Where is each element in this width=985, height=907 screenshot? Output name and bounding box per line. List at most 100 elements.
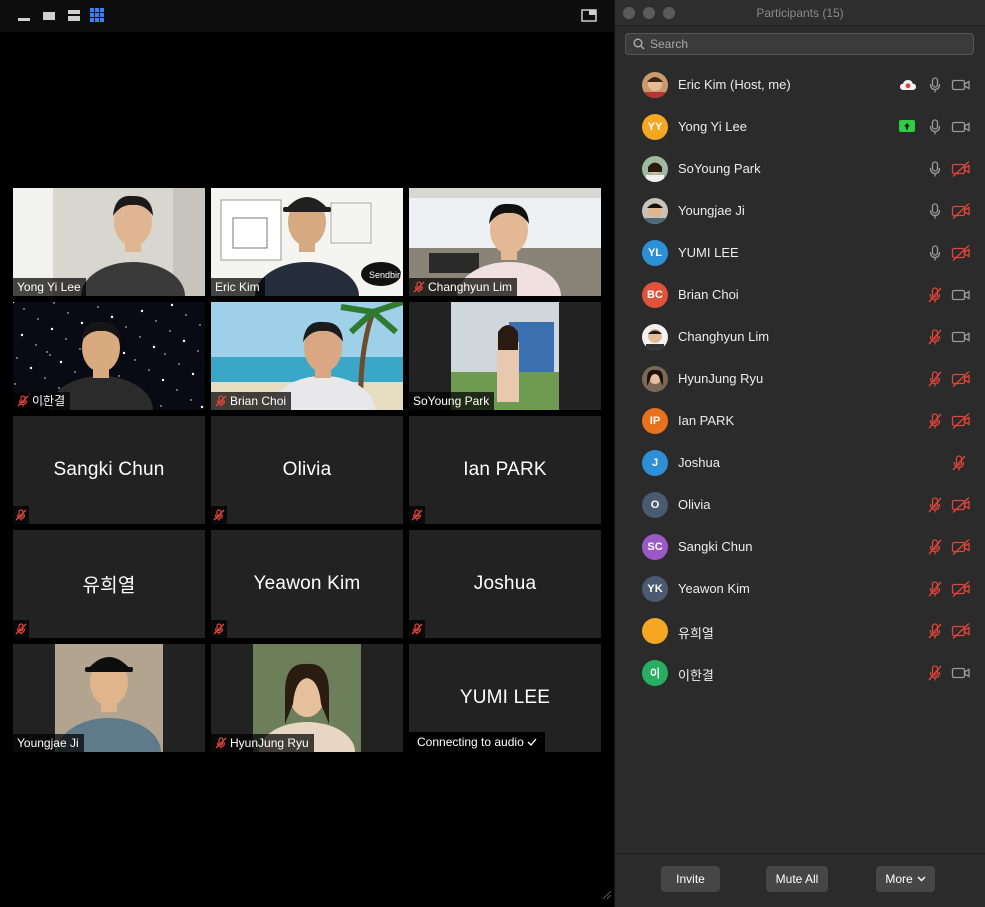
participant-video-status[interactable] [951, 244, 971, 267]
gallery-view-icon[interactable] [89, 7, 105, 23]
participant-mic-status[interactable] [951, 454, 967, 477]
video-tile[interactable]: HyunJung Ryu [211, 644, 403, 752]
video-tile[interactable]: Sangki Chun [13, 416, 205, 524]
participant-row[interactable]: IP Ian PARK [615, 400, 985, 442]
participant-mic-status[interactable] [927, 76, 943, 99]
search-input[interactable] [645, 34, 973, 54]
participant-video-status[interactable] [951, 328, 971, 351]
video-tile[interactable]: SoYoung Park [409, 302, 601, 410]
participant-video-status[interactable] [951, 412, 971, 435]
video-tile[interactable]: Ian PARK [409, 416, 601, 524]
mic-icon [929, 161, 941, 177]
participant-video-status[interactable] [951, 118, 971, 141]
participant-mic-status[interactable] [927, 370, 943, 393]
participant-row[interactable]: HyunJung Ryu [615, 358, 985, 400]
video-tile[interactable]: Youngjae Ji [13, 644, 205, 752]
split-view-icon[interactable] [66, 7, 82, 23]
search-box[interactable] [625, 33, 974, 55]
participant-mic-status[interactable] [927, 244, 943, 267]
participant-row[interactable]: Changhyun Lim [615, 316, 985, 358]
participant-mic-status[interactable] [927, 160, 943, 183]
video-tile[interactable]: 유희열 [13, 530, 205, 638]
status-indicator [899, 120, 915, 138]
exit-fullscreen-icon[interactable] [581, 7, 597, 23]
participant-row[interactable]: Youngjae Ji [615, 190, 985, 232]
video-tile[interactable]: Changhyun Lim [409, 188, 601, 296]
participant-video-status[interactable] [951, 286, 971, 309]
minimize-icon[interactable] [16, 7, 32, 23]
mic-muted-icon [928, 665, 942, 681]
participant-row[interactable]: Eric Kim (Host, me) [615, 64, 985, 106]
participant-row[interactable]: 유희열 [615, 610, 985, 652]
mic-muted-icon [215, 737, 227, 749]
participant-row[interactable]: YY Yong Yi Lee [615, 106, 985, 148]
participant-mic-status[interactable] [927, 412, 943, 435]
participant-row[interactable]: SoYoung Park [615, 148, 985, 190]
participant-name: Yong Yi Lee [678, 119, 747, 134]
participant-video-status[interactable] [951, 160, 971, 183]
tile-name-text: SoYoung Park [413, 394, 490, 408]
participant-row[interactable]: O Olivia [615, 484, 985, 526]
video-tile[interactable]: Sendbird Eric Kim [211, 188, 403, 296]
participant-row[interactable]: YL YUMI LEE [615, 232, 985, 274]
invite-button[interactable]: Invite [661, 866, 720, 892]
participant-video-status[interactable] [951, 538, 971, 561]
video-tile[interactable]: Yong Yi Lee [13, 188, 205, 296]
participant-row[interactable]: 이 이한결 [615, 652, 985, 694]
participant-name: YUMI LEE [678, 245, 739, 260]
video-tile[interactable]: YUMI LEE Connecting to audio [409, 644, 601, 752]
participant-video-status[interactable] [951, 202, 971, 225]
video-off-icon [951, 412, 970, 430]
participant-mic-status[interactable] [927, 328, 943, 351]
participant-mic-status[interactable] [927, 118, 943, 141]
mic-icon [929, 119, 941, 135]
more-button[interactable]: More [876, 866, 935, 892]
avatar-photo [642, 156, 668, 182]
tile-name-label: Eric Kim [211, 278, 265, 296]
video-off-icon [951, 496, 970, 514]
participant-mic-status[interactable] [927, 538, 943, 561]
tile-mute-indicator [13, 506, 29, 524]
participant-video-status[interactable] [951, 370, 971, 393]
participant-name: SoYoung Park [678, 161, 761, 176]
participant-name: Youngjae Ji [678, 203, 745, 218]
panel-titlebar: Participants (15) [615, 0, 985, 26]
participant-mic-status[interactable] [927, 286, 943, 309]
participant-row[interactable]: YK Yeawon Kim [615, 568, 985, 610]
gallery-window: Yong Yi Lee Sendbird Eric Kim Changhyun Li… [0, 0, 614, 907]
participant-row[interactable]: J Joshua [615, 442, 985, 484]
tile-name-label: Changhyun Lim [409, 278, 518, 296]
participant-mic-status[interactable] [927, 622, 943, 645]
participant-row[interactable]: SC Sangki Chun [615, 526, 985, 568]
participant-row[interactable]: BC Brian Choi [615, 274, 985, 316]
shirt-text: Sendbird [369, 270, 403, 280]
participant-mic-status[interactable] [927, 496, 943, 519]
video-tile[interactable]: Olivia [211, 416, 403, 524]
participant-mic-status[interactable] [927, 580, 943, 603]
participant-video-status[interactable] [951, 664, 971, 687]
participant-video-status[interactable] [951, 496, 971, 519]
participant-mic-status[interactable] [927, 202, 943, 225]
video-camera-icon [951, 289, 970, 301]
mute-all-button[interactable]: Mute All [766, 866, 828, 892]
tile-mute-indicator [13, 620, 29, 638]
participant-video-status[interactable] [951, 76, 971, 99]
avatar: YY [642, 114, 668, 140]
mic-icon [929, 77, 941, 93]
video-tile[interactable]: Yeawon Kim [211, 530, 403, 638]
avatar [642, 72, 668, 98]
tile-name-placeholder: Joshua [473, 573, 537, 594]
participant-name: Ian PARK [678, 413, 735, 428]
speaker-view-icon[interactable] [41, 7, 57, 23]
panel-title: Participants (15) [756, 6, 844, 20]
participant-mic-status[interactable] [927, 664, 943, 687]
video-off-icon [951, 202, 970, 220]
video-tile[interactable]: Joshua [409, 530, 601, 638]
participant-video-status[interactable] [951, 580, 971, 603]
avatar: BC [642, 282, 668, 308]
video-tile[interactable]: 이한결 [13, 302, 205, 410]
tile-name-text: Yong Yi Lee [17, 280, 81, 294]
resize-handle[interactable] [602, 887, 612, 905]
video-tile[interactable]: Brian Choi [211, 302, 403, 410]
participant-video-status[interactable] [951, 622, 971, 645]
